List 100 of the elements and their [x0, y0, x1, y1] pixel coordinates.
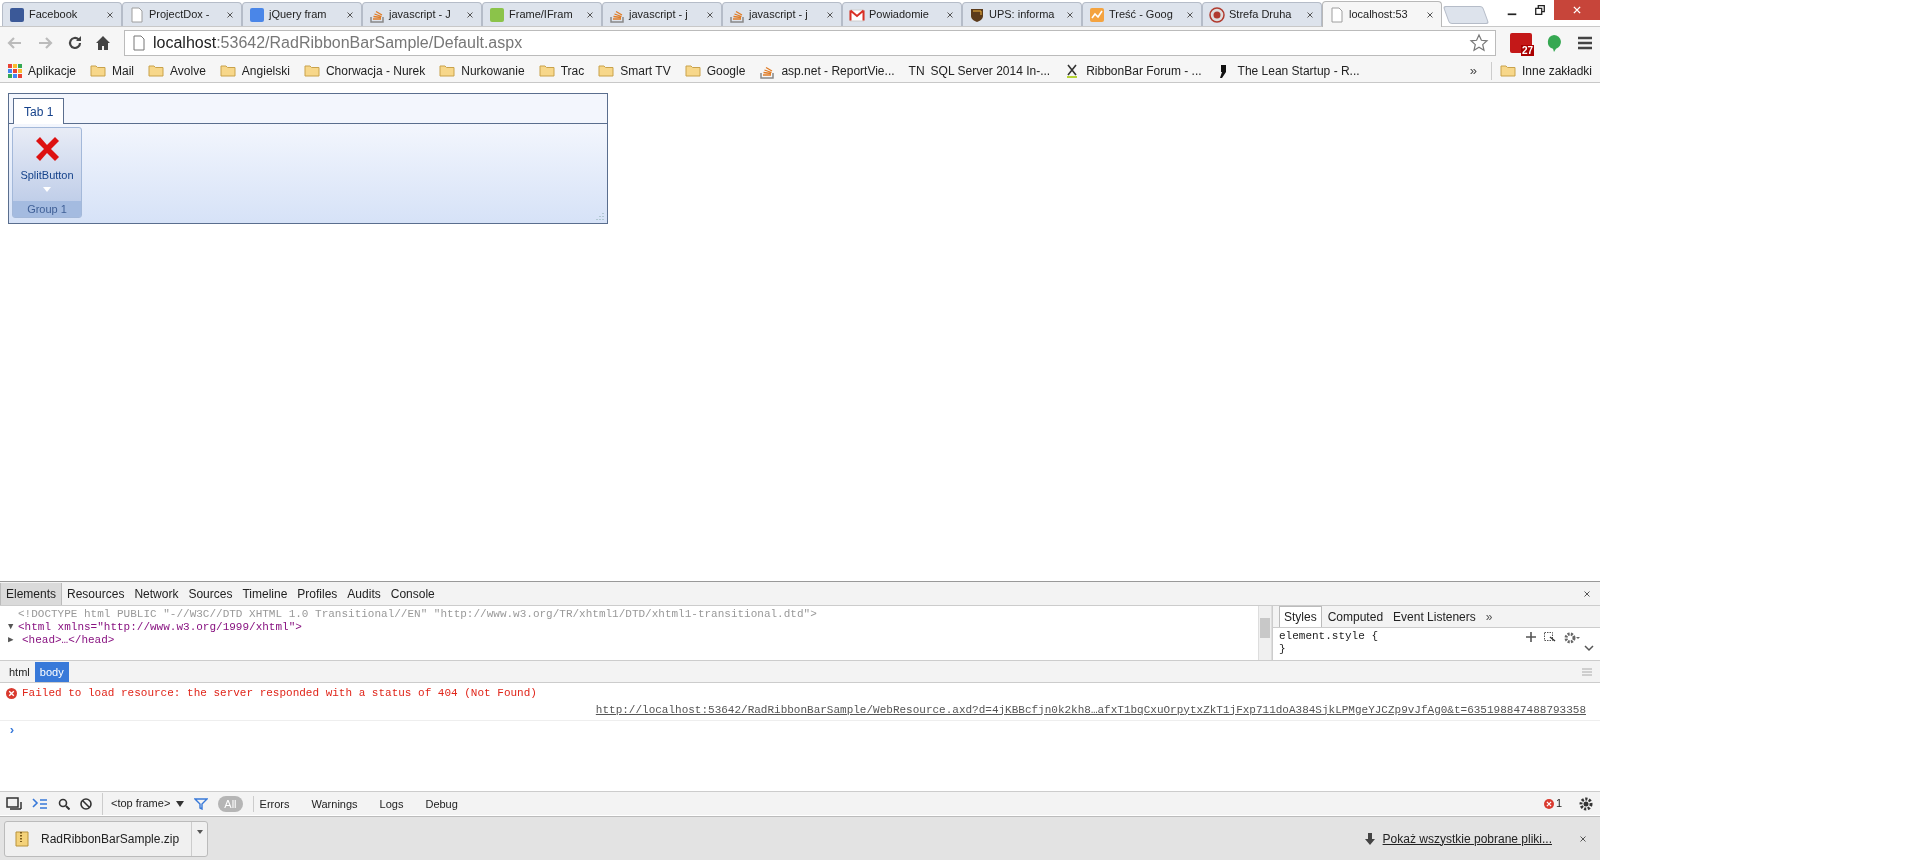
bookmark[interactable]: asp.net - ReportVie...: [759, 60, 895, 81]
dom-node[interactable]: <head>…</head>: [22, 634, 115, 647]
show-all-downloads-link[interactable]: Pokaż wszystkie pobrane pliki...: [1382, 829, 1552, 848]
home-icon[interactable]: [94, 34, 112, 52]
bookmark-folder[interactable]: Inne zakładki: [1490, 61, 1592, 80]
square-favicon-icon: [249, 6, 265, 23]
more-bookmarks-button[interactable]: »: [1469, 60, 1477, 81]
ribbon-tab[interactable]: Tab 1: [13, 98, 65, 124]
console-drawer-icon[interactable]: [32, 796, 48, 811]
devtools-tab[interactable]: Network: [129, 582, 184, 605]
close-icon[interactable]: [825, 9, 835, 20]
bookmark-label: Aplikacje: [28, 62, 77, 80]
level-filter[interactable]: Logs: [373, 795, 410, 812]
tab-title: Facebook: [29, 7, 79, 23]
chevron-icon[interactable]: [1584, 644, 1594, 652]
breadcrumb[interactable]: html: [4, 661, 35, 682]
devtools-tab[interactable]: Sources: [183, 582, 238, 605]
close-icon[interactable]: [345, 9, 355, 20]
clear-console-icon[interactable]: [80, 797, 92, 810]
address-bar[interactable]: localhost:53642/RadRibbonBarSample/Default.aspx: [124, 30, 1496, 56]
button-label: SplitButton: [20, 168, 74, 183]
close-icon[interactable]: [1185, 9, 1195, 20]
tree-toggle[interactable]: ▼: [8, 621, 18, 634]
bookmark[interactable]: Google: [684, 60, 746, 81]
bookmark[interactable]: Mail: [90, 60, 135, 81]
browser-tab[interactable]: javascript - j: [722, 2, 842, 26]
bookmark[interactable]: The Lean Startup - R...: [1215, 60, 1360, 81]
sidebar-tab[interactable]: Computed: [1323, 606, 1388, 627]
folder-icon: [538, 62, 555, 79]
close-icon[interactable]: [225, 9, 235, 20]
error-icon: [6, 687, 17, 699]
tree-toggle[interactable]: ▶: [8, 634, 18, 647]
plus-icon[interactable]: [1526, 632, 1536, 642]
level-filter[interactable]: Debug: [419, 795, 464, 812]
close-icon[interactable]: [1065, 9, 1075, 20]
folder-icon: [439, 62, 456, 79]
more-tabs-button[interactable]: »: [1485, 607, 1493, 626]
browser-tab[interactable]: Strefa Druha: [1202, 2, 1322, 26]
close-icon[interactable]: [465, 9, 475, 20]
mail-extension-button[interactable]: 27: [1510, 33, 1532, 53]
browser-tab[interactable]: javascript - J: [362, 2, 482, 26]
frame-dropdown[interactable]: <top frame>: [102, 792, 185, 815]
reload-icon[interactable]: [66, 34, 84, 52]
tab-title: Treść - Goog: [1109, 7, 1174, 23]
bookmark[interactable]: Angielski: [219, 60, 290, 81]
folder-icon: [219, 62, 236, 79]
devtools-tab[interactable]: Profiles: [292, 582, 343, 605]
dock-icon[interactable]: [6, 796, 22, 811]
browser-tab[interactable]: ProjectDox -: [122, 2, 242, 26]
browser-tab[interactable]: Facebook: [2, 2, 122, 26]
bookmark[interactable]: Avolve: [148, 60, 206, 81]
console-prompt[interactable]: ›: [0, 721, 1600, 741]
close-icon[interactable]: [945, 9, 955, 20]
browser-tab[interactable]: Frame/IFram: [482, 2, 602, 26]
browser-tab[interactable]: javascript - j: [602, 2, 722, 26]
bookmark[interactable]: Chorwacja - Nurek: [303, 60, 426, 81]
close-icon[interactable]: [105, 9, 115, 20]
settings-icon[interactable]: [1578, 795, 1594, 812]
close-icon[interactable]: [1578, 833, 1588, 844]
level-filter[interactable]: Errors: [252, 795, 296, 812]
devtools-tab[interactable]: Elements: [0, 582, 63, 605]
bookmark[interactable]: Aplikacje: [8, 60, 77, 81]
browser-tab[interactable]: jQuery fram: [242, 2, 362, 26]
bookmark[interactable]: Trac: [538, 60, 585, 81]
sidebar-tab[interactable]: Styles: [1279, 606, 1322, 627]
sidebar-tab[interactable]: Event Listeners: [1389, 606, 1480, 627]
bookmark[interactable]: Nurkowanie: [439, 60, 525, 81]
close-icon[interactable]: [585, 9, 595, 20]
split-button[interactable]: SplitButton: [13, 128, 81, 201]
close-icon[interactable]: [1305, 9, 1315, 20]
gear-icon[interactable]: [1564, 632, 1580, 644]
devtools-tab[interactable]: Audits: [342, 582, 386, 605]
filter-icon[interactable]: [194, 797, 209, 810]
browser-tab[interactable]: localhost:53: [1322, 1, 1442, 27]
browser-tab[interactable]: Powiadomie: [842, 2, 962, 26]
bookmark[interactable]: Smart TV: [598, 60, 671, 81]
star-icon[interactable]: [1469, 33, 1489, 53]
devtools-tab[interactable]: Console: [385, 582, 440, 605]
menu-icon[interactable]: [1576, 34, 1594, 52]
browser-tab[interactable]: Treść - Goog: [1082, 2, 1202, 26]
close-icon[interactable]: [1425, 9, 1435, 20]
scrollbar-thumb[interactable]: [1260, 618, 1270, 638]
devtools-tab[interactable]: Resources: [62, 582, 130, 605]
breadcrumb[interactable]: body: [34, 661, 69, 682]
search-icon[interactable]: [58, 797, 70, 810]
bookmark-label: Avolve: [170, 62, 206, 80]
close-icon[interactable]: [1582, 588, 1592, 599]
download-item[interactable]: RadRibbonBarSample.zip: [4, 820, 208, 857]
error-message: Failed to load resource: the server responded with a status of 404 (Not Found): [22, 686, 537, 701]
level-filter[interactable]: Warnings: [305, 795, 364, 812]
devtools-tab[interactable]: Timeline: [237, 582, 293, 605]
dom-node[interactable]: <html xmlns="http://www.w3.org/1999/xhtml">: [18, 621, 302, 634]
element-state-icon[interactable]: [1544, 632, 1556, 642]
error-counter[interactable]: 1: [1543, 795, 1562, 812]
caret-icon[interactable]: [196, 829, 203, 834]
close-icon[interactable]: [705, 9, 715, 20]
bookmark[interactable]: TN SQL Server 2014 In-...: [908, 60, 1051, 81]
browser-tab[interactable]: UPS: informa: [962, 2, 1082, 26]
resource-link[interactable]: http://localhost:53642/RadRibbonBarSample/WebResource.axd?d=4jKBBcfjn0k2kh8…afxT1bqCxuOrpytxZkT1jFxp711doA384SjkLPMgeYJCZp9vJfAg0&t=635198847488793358: [595, 701, 1586, 718]
bookmark[interactable]: RibbonBar Forum - ...: [1064, 60, 1202, 81]
